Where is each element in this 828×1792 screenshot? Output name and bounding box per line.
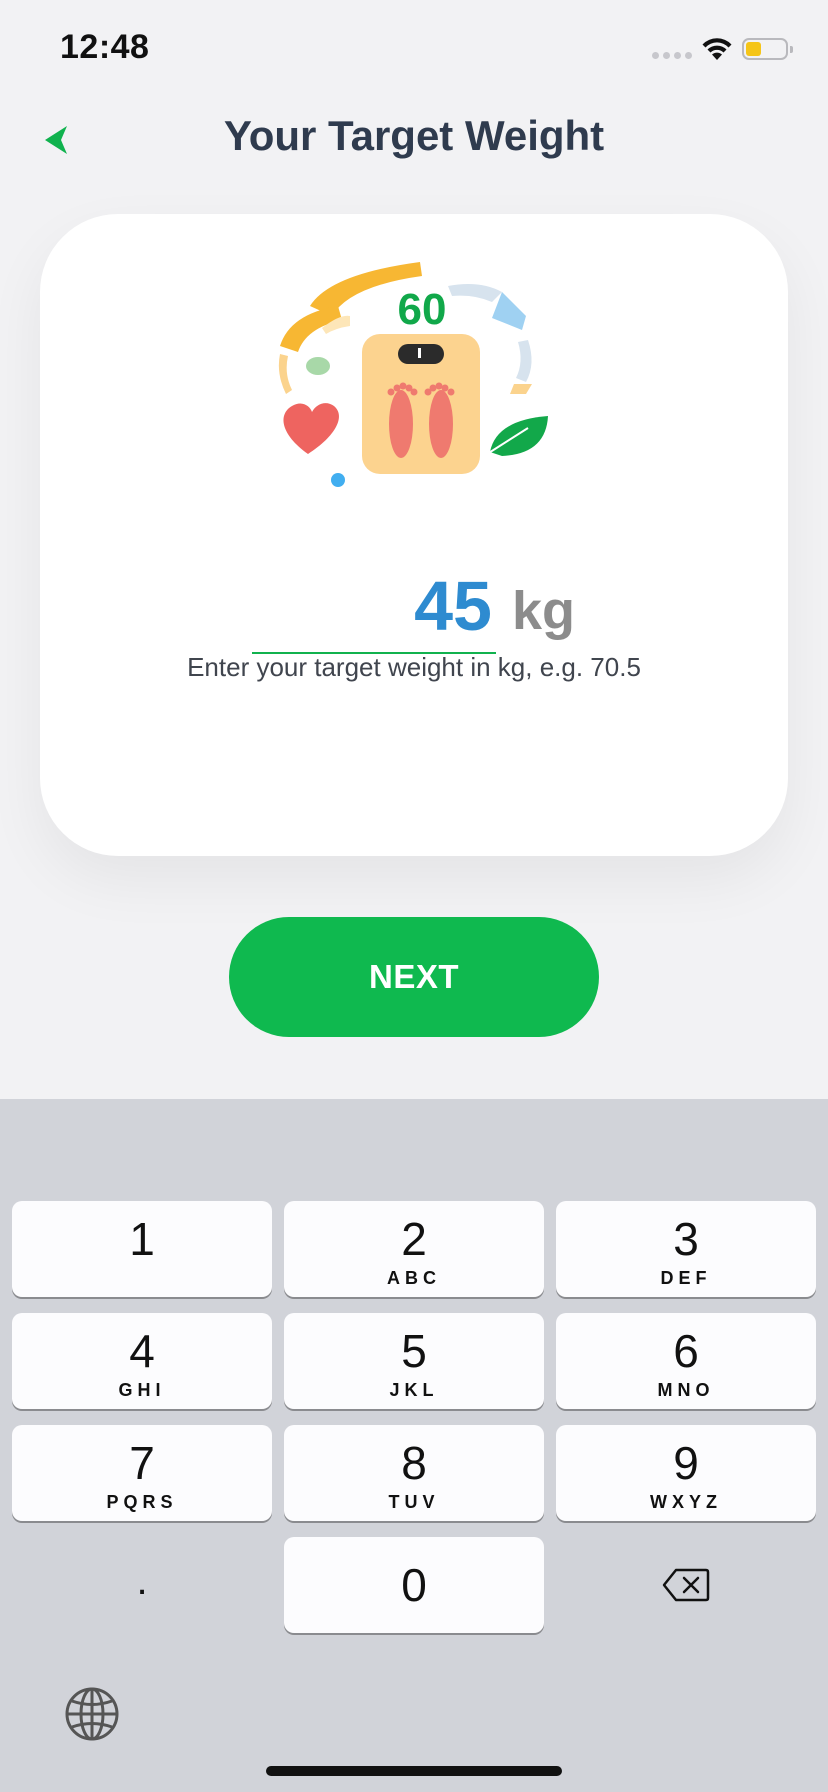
- backspace-icon: [662, 1568, 710, 1602]
- key-digit: 9: [673, 1437, 699, 1489]
- scale-illustration: 60: [278, 262, 548, 487]
- key-6[interactable]: 6 MNO: [556, 1313, 816, 1409]
- key-7[interactable]: 7 PQRS: [12, 1425, 272, 1521]
- key-delete[interactable]: [556, 1537, 816, 1633]
- key-digit: 1: [129, 1213, 155, 1265]
- key-3[interactable]: 3 DEF: [556, 1201, 816, 1297]
- page-title: Your Target Weight: [223, 112, 605, 159]
- key-digit: 7: [129, 1437, 155, 1489]
- key-0[interactable]: 0: [284, 1537, 544, 1633]
- key-letters: PQRS: [106, 1492, 178, 1512]
- key-letters: GHI: [118, 1380, 166, 1400]
- target-weight-input[interactable]: [252, 560, 496, 654]
- status-bar: 12:48: [0, 0, 828, 96]
- unit-label: kg: [512, 581, 576, 641]
- key-digit: 2: [401, 1213, 427, 1265]
- key-letters: TUV: [388, 1492, 440, 1512]
- key-digit: 8: [401, 1437, 427, 1489]
- next-button[interactable]: NEXT: [229, 917, 599, 1037]
- globe-icon[interactable]: [64, 1686, 120, 1742]
- key-9[interactable]: 9 WXYZ: [556, 1425, 816, 1521]
- cellular-signal-icon: [652, 52, 692, 59]
- key-4[interactable]: 4 GHI: [12, 1313, 272, 1409]
- weight-entry-row: kg: [40, 560, 788, 660]
- key-digit: 6: [673, 1325, 699, 1377]
- hint-text: Enter your target weight in kg, e.g. 70.…: [187, 652, 641, 682]
- home-indicator: [266, 1766, 562, 1776]
- key-8[interactable]: 8 TUV: [284, 1425, 544, 1521]
- scale-number-text: 60: [398, 285, 447, 334]
- key-digit: 4: [129, 1325, 155, 1377]
- key-digit: .: [136, 1559, 148, 1603]
- battery-icon: [742, 38, 793, 60]
- key-2[interactable]: 2 ABC: [284, 1201, 544, 1297]
- key-letters: ABC: [387, 1268, 441, 1288]
- key-digit: 5: [401, 1325, 427, 1377]
- wifi-icon: [702, 38, 732, 60]
- key-digit: 3: [673, 1213, 699, 1265]
- key-letters: JKL: [389, 1380, 439, 1400]
- key-1[interactable]: 1: [12, 1201, 272, 1297]
- key-5[interactable]: 5 JKL: [284, 1313, 544, 1409]
- key-digit: 0: [401, 1559, 427, 1611]
- nav-header: Your Target Weight: [0, 100, 828, 180]
- status-time: 12:48: [60, 28, 150, 66]
- key-letters: MNO: [657, 1380, 715, 1400]
- key-letters: DEF: [660, 1268, 712, 1288]
- key-letters: WXYZ: [650, 1492, 722, 1512]
- key-decimal[interactable]: .: [12, 1537, 272, 1633]
- target-weight-card: 60 kg Enter your target weight in kg, e.…: [40, 214, 788, 856]
